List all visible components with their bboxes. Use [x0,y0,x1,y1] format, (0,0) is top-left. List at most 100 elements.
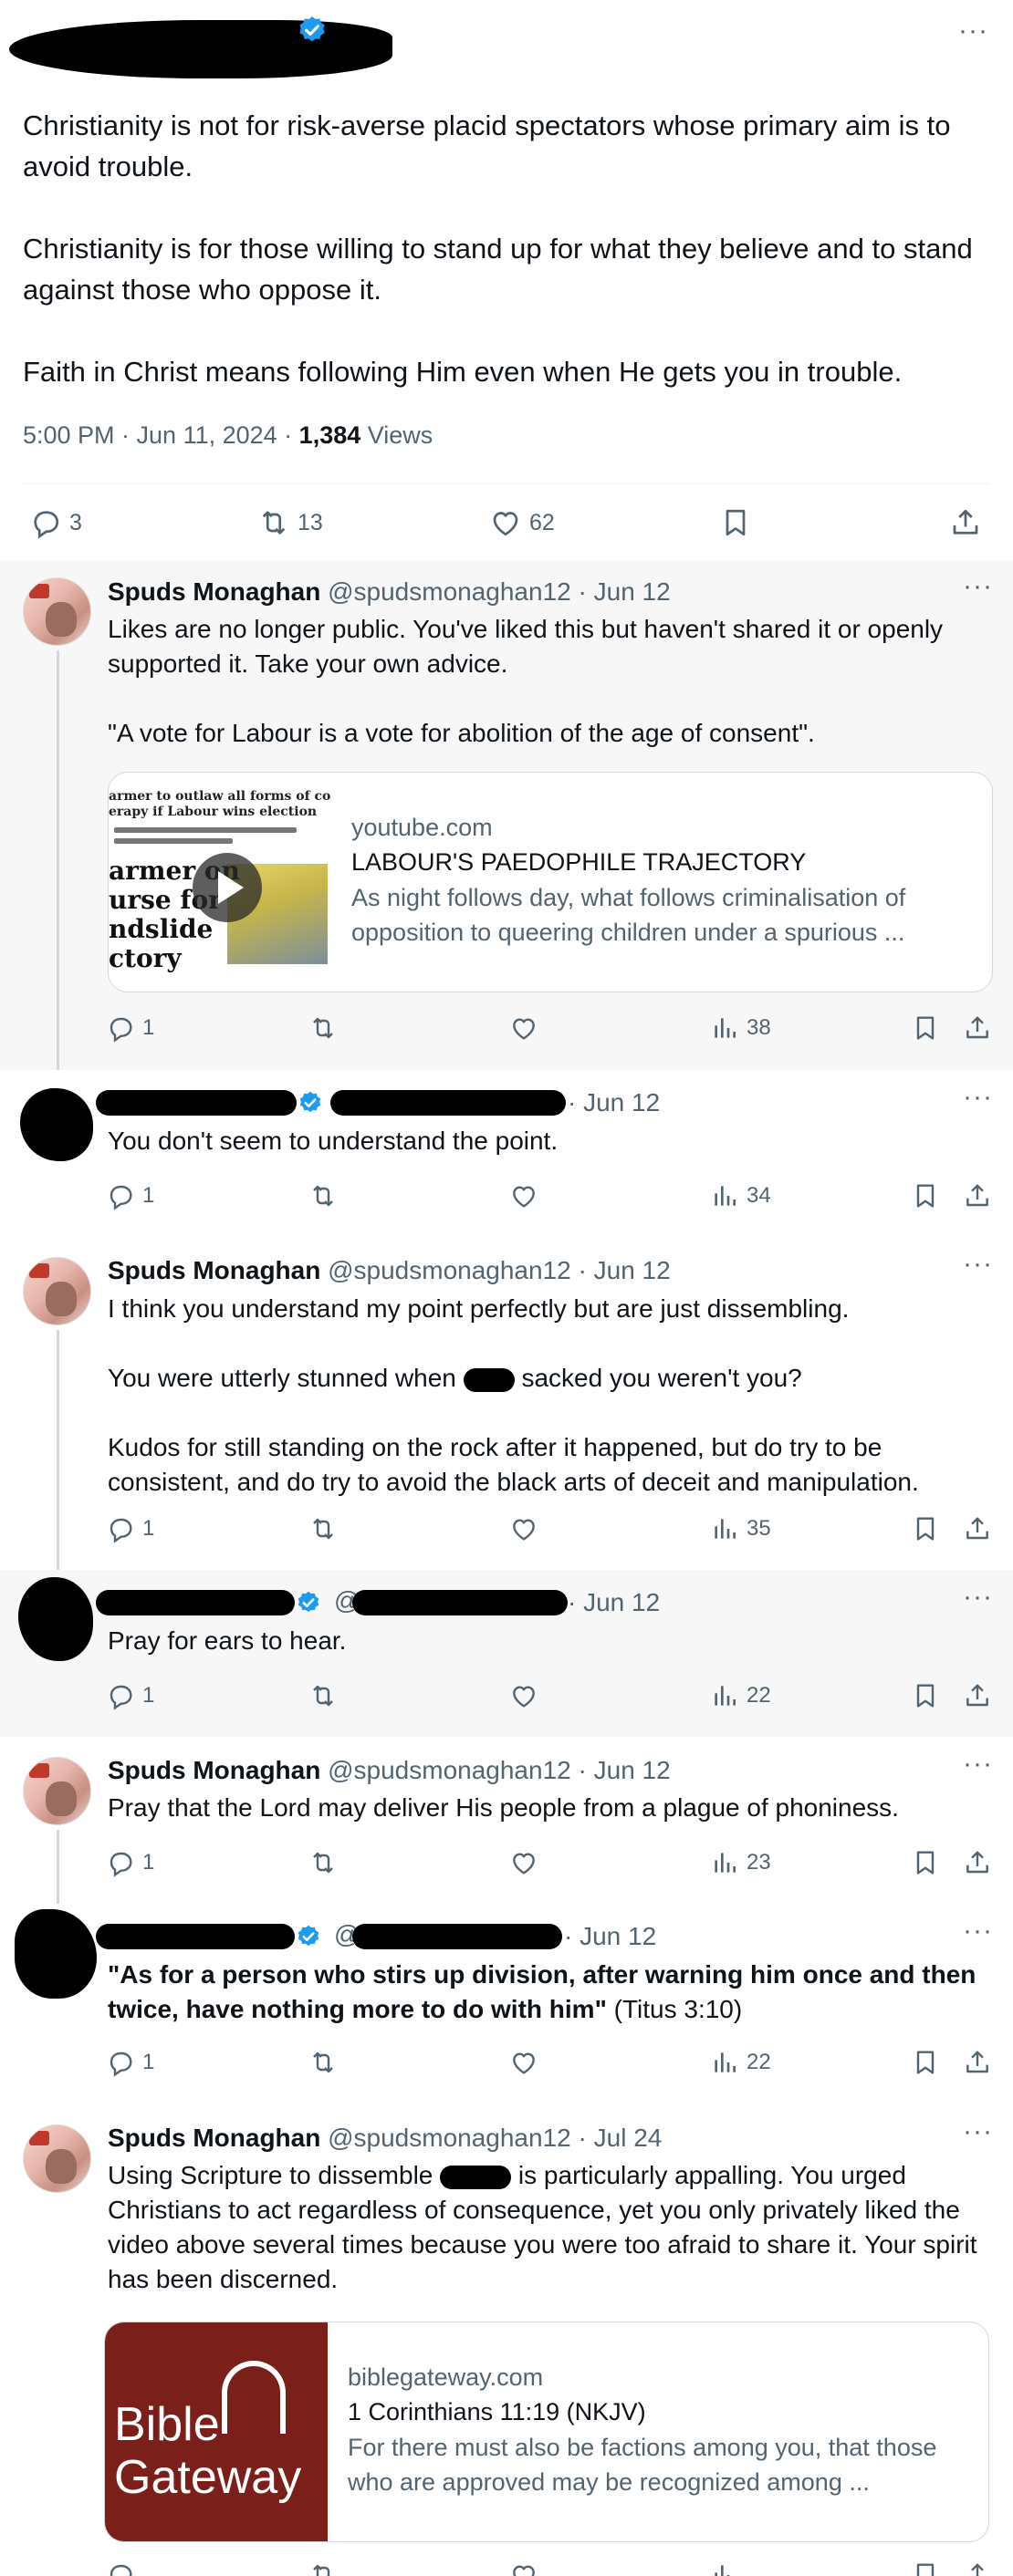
reply-text: Pray that the Lord may deliver His peopl… [108,1791,984,1825]
author-name[interactable]: Spuds Monaghan [108,1756,320,1784]
share-button[interactable] [963,1848,992,1877]
avatar[interactable] [23,2124,91,2193]
post-timestamp[interactable]: 5:00 PM · Jun 11, 2024 · [23,421,299,449]
more-options-icon[interactable]: ··· [958,17,988,45]
reply-button[interactable]: 3 [29,506,82,539]
like-button[interactable] [509,1181,538,1210]
bookmark-button[interactable] [911,1681,940,1710]
share-button[interactable] [963,1181,992,1210]
share-button[interactable] [963,1013,992,1043]
bookmark-icon [911,2048,940,2077]
like-button[interactable] [509,2560,538,2576]
reply-button[interactable]: 1 [106,1848,154,1877]
bookmark-icon [719,506,752,539]
share-button[interactable] [949,506,982,539]
repost-button[interactable] [308,1681,338,1710]
avatar[interactable] [23,1757,91,1825]
author-handle[interactable]: @spudsmonaghan12 [328,577,571,606]
reply-time[interactable]: · Jul 24 [579,2124,663,2152]
avatar[interactable] [18,1577,93,1661]
avatar[interactable] [23,1257,91,1325]
like-button[interactable]: 62 [489,506,555,539]
arch-icon [222,2361,286,2434]
reply-count: 1 [142,1850,155,1875]
bookmark-button[interactable] [911,2048,940,2077]
reply-time[interactable]: · Jun 12 [568,1088,660,1117]
heart-icon [509,1181,538,1210]
author-handle[interactable]: @spudsmonaghan12 [328,2124,571,2152]
like-button[interactable] [509,1013,538,1043]
views-button[interactable]: 23 [710,1848,771,1877]
reply-post[interactable]: · Jun 12 ··· You don't seem to understan… [0,1070,1013,1237]
repost-button[interactable]: 13 [257,506,323,539]
reply-post[interactable]: @ · Jun 12 ··· "As for a person who stir… [0,1904,1013,2104]
more-options-icon[interactable]: ··· [963,1251,993,1278]
reply-time[interactable]: · Jun 12 [579,1756,671,1784]
reply-button[interactable] [106,2560,135,2576]
bookmark-button[interactable] [911,1514,940,1543]
more-options-icon[interactable]: ··· [963,1750,993,1778]
share-button[interactable] [963,1681,992,1710]
reply-button[interactable]: 1 [106,1013,154,1043]
reply-text: I think you understand my point perfectl… [108,1292,984,1500]
views-button[interactable]: 22 [710,2048,771,2077]
reply-time[interactable]: · Jun 12 [564,1922,656,1950]
more-options-icon[interactable]: ··· [963,573,993,600]
more-options-icon[interactable]: ··· [963,1084,993,1111]
reply-button[interactable]: 1 [106,1514,154,1543]
more-options-icon[interactable]: ··· [963,1917,993,1945]
reply-post[interactable]: Spuds Monaghan @spudsmonaghan12 · Jun 12… [0,1737,1013,1904]
bookmark-button[interactable] [911,1848,940,1877]
bookmark-button[interactable] [911,1181,940,1210]
repost-button[interactable] [308,2048,338,2077]
reply-post[interactable]: Spuds Monaghan @spudsmonaghan12 · Jul 24… [0,2104,1013,2576]
play-icon[interactable] [193,853,262,922]
reply-post[interactable]: Spuds Monaghan @spudsmonaghan12 · Jun 12… [0,561,1013,1070]
reply-icon [106,1181,135,1210]
views-button[interactable]: 38 [710,1013,771,1043]
views-button[interactable] [710,2560,739,2576]
more-options-icon[interactable]: ··· [963,2118,993,2145]
reply-actions: 1 38 [0,1013,1013,1046]
author-handle[interactable]: @spudsmonaghan12 [328,1756,571,1784]
views-button[interactable]: 22 [710,1681,771,1710]
share-button[interactable] [963,2560,992,2576]
reply-post[interactable]: Spuds Monaghan @spudsmonaghan12 · Jun 12… [0,1237,1013,1570]
reply-time[interactable]: · Jun 12 [579,577,671,606]
reply-time[interactable]: · Jun 12 [568,1588,660,1616]
share-button[interactable] [963,2048,992,2077]
bookmark-button[interactable] [911,2560,940,2576]
bookmark-button[interactable] [719,506,752,539]
reply-button[interactable]: 1 [106,1681,154,1710]
logo-text: Gateway [114,2451,302,2504]
like-button[interactable] [509,1848,538,1877]
avatar[interactable] [20,1088,93,1161]
repost-button[interactable] [308,1514,338,1543]
author-name[interactable]: Spuds Monaghan [108,2124,320,2152]
reply-header: Spuds Monaghan @spudsmonaghan12 · Jul 24 [108,2123,662,2154]
views-button[interactable]: 35 [710,1514,771,1543]
reply-post[interactable]: @ · Jun 12 ··· Pray for ears to hear. 1 … [0,1570,1013,1737]
like-button[interactable] [509,1681,538,1710]
bookmark-button[interactable] [911,1013,940,1043]
share-button[interactable] [963,1514,992,1543]
avatar[interactable] [15,1909,97,1999]
author-name[interactable]: Spuds Monaghan [108,577,320,606]
reply-time[interactable]: · Jun 12 [579,1256,671,1284]
views-button[interactable]: 34 [710,1181,771,1210]
avatar[interactable] [23,577,91,646]
reply-button[interactable]: 1 [106,1181,154,1210]
author-handle[interactable]: @spudsmonaghan12 [328,1256,571,1284]
repost-button[interactable] [308,2560,338,2576]
like-button[interactable] [509,2048,538,2077]
link-card[interactable]: Bible Gateway biblegateway.com 1 Corinth… [104,2322,989,2542]
more-options-icon[interactable]: ··· [963,1584,993,1611]
repost-button[interactable] [308,1013,338,1043]
reply-button[interactable]: 1 [106,2048,154,2077]
like-button[interactable] [509,1514,538,1543]
author-name[interactable]: Spuds Monaghan [108,1256,320,1284]
repost-button[interactable] [308,1848,338,1877]
repost-button[interactable] [308,1181,338,1210]
link-card[interactable]: armer to outlaw all forms of conversion … [108,772,993,992]
reply-paragraph: Kudos for still standing on the rock aft… [108,1433,919,1496]
